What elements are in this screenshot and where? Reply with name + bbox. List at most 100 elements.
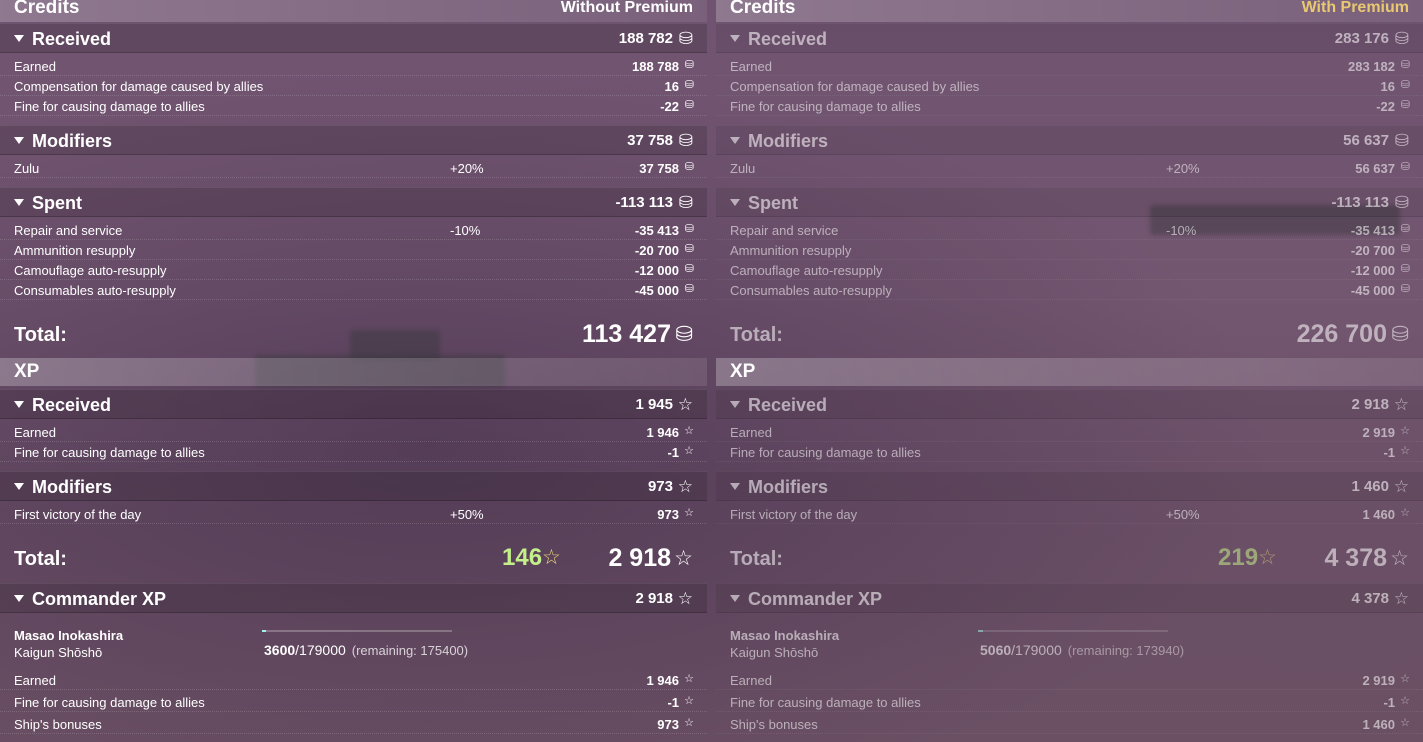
group-value: 188 782 <box>618 30 673 47</box>
row-value: 283 182 <box>1348 59 1395 74</box>
group-title: Spent <box>32 193 83 213</box>
group-title: Received <box>748 395 828 415</box>
row-label: Earned <box>730 673 772 688</box>
commander-info: Masao Inokashira Kaigun Shōshō 3600/179000… <box>0 614 707 666</box>
credits-total: Total: 226 700 ⛁ <box>716 312 1423 356</box>
collapse-triangle-icon[interactable] <box>730 35 740 42</box>
row-label: Compensation for damage caused by allies <box>730 79 980 94</box>
group-title: Received <box>32 29 112 49</box>
credits-received-header[interactable]: Received 188 782 ⛁ <box>0 23 707 53</box>
group-title: Modifiers <box>32 477 113 497</box>
xp-section-header: XP <box>716 358 1423 386</box>
row-label: Ship's bonuses <box>14 717 102 732</box>
coin-icon: ⛁ <box>684 283 694 295</box>
star-icon: ☆ <box>677 395 693 414</box>
total-value: 226 700 <box>1296 320 1387 348</box>
collapse-triangle-icon[interactable] <box>14 401 24 408</box>
collapse-triangle-icon[interactable] <box>14 483 24 490</box>
row-item: Zulu +20% 56 637 ⛁ <box>716 158 1423 178</box>
row-label: Fine for causing damage to allies <box>730 445 921 460</box>
credits-spent-header[interactable]: Spent -113 113 ⛁ <box>716 187 1423 217</box>
row-value: -20 700 <box>1350 243 1395 258</box>
xp-modifiers-header[interactable]: Modifiers 1 460 ☆ <box>716 471 1423 501</box>
coin-icon: ⛁ <box>678 29 693 48</box>
xp-received-header[interactable]: Received 1 945 ☆ <box>0 389 707 419</box>
collapse-triangle-icon[interactable] <box>14 595 24 602</box>
coin-icon: ⛁ <box>1400 283 1410 295</box>
group-value: -113 113 <box>615 194 673 211</box>
group-value: 1 945 <box>635 396 673 413</box>
coin-icon: ⛁ <box>1400 161 1410 173</box>
star-icon: ☆ <box>684 507 694 519</box>
collapse-triangle-icon[interactable] <box>730 483 740 490</box>
star-icon: ☆ <box>677 589 693 608</box>
star-icon: ☆ <box>1393 477 1409 496</box>
collapse-triangle-icon[interactable] <box>14 199 24 206</box>
xp-modifiers-header[interactable]: Modifiers 973 ☆ <box>0 471 707 501</box>
row-item: First victory of the day +50% 973 ☆ <box>0 504 707 524</box>
star-icon: ☆ <box>1400 673 1410 685</box>
collapse-triangle-icon[interactable] <box>730 595 740 602</box>
row-value: 16 <box>1380 79 1395 94</box>
row-label: Earned <box>14 59 56 74</box>
credits-modifiers-header[interactable]: Modifiers 56 637 ⛁ <box>716 125 1423 155</box>
row-label: Earned <box>730 59 772 74</box>
collapse-triangle-icon[interactable] <box>14 35 24 42</box>
row-label: Ammunition resupply <box>14 243 136 258</box>
row-value: 37 758 <box>639 161 679 176</box>
row-item: Camouflage auto-resupply -12 000 ⛁ <box>716 260 1423 280</box>
row-value: -22 <box>660 99 679 114</box>
collapse-triangle-icon[interactable] <box>14 137 24 144</box>
row-value: -1 <box>667 445 679 460</box>
commander-header[interactable]: Commander XP 2 918 ☆ <box>0 583 707 613</box>
star-icon: ☆ <box>1258 546 1277 569</box>
commander-xp-max: /179000 <box>1011 642 1062 658</box>
coin-icon: ⛁ <box>1391 323 1409 346</box>
commander-xp-readout: 5060/179000 (remaining: 173940) <box>980 642 1184 658</box>
row-item: Consumables auto-resupply -45 000 ⛁ <box>716 280 1423 300</box>
star-icon: ☆ <box>1393 395 1409 414</box>
credits-modifiers-header[interactable]: Modifiers 37 758 ⛁ <box>0 125 707 155</box>
xp-received-header[interactable]: Received 2 918 ☆ <box>716 389 1423 419</box>
row-label: Zulu <box>730 161 756 176</box>
row-value: 1 946 <box>646 673 679 688</box>
collapse-triangle-icon[interactable] <box>730 401 740 408</box>
row-value: 16 <box>664 79 679 94</box>
commander-rank: Kaigun Shōshō <box>730 645 819 660</box>
star-icon: ☆ <box>1390 547 1409 570</box>
coin-icon: ⛁ <box>1394 131 1409 150</box>
group-title: Modifiers <box>748 477 829 497</box>
star-icon: ☆ <box>1400 507 1410 519</box>
row-modifier: +50% <box>450 507 484 522</box>
credits-spent-header[interactable]: Spent -113 113 ⛁ <box>0 187 707 217</box>
star-icon: ☆ <box>674 547 693 570</box>
collapse-triangle-icon[interactable] <box>730 199 740 206</box>
commander-xp-current: 3600 <box>264 642 296 658</box>
group-value: 2 918 <box>635 590 673 607</box>
row-value: -12 000 <box>1350 263 1395 278</box>
group-value: 37 758 <box>627 132 673 149</box>
row-modifier: -10% <box>1166 223 1197 238</box>
row-value: -20 700 <box>634 243 679 258</box>
row-value: 1 460 <box>1362 717 1395 732</box>
star-icon: ☆ <box>684 695 694 707</box>
row-label: Fine for causing damage to allies <box>14 695 205 710</box>
row-item: Ship's bonuses 1 460 ☆ <box>716 714 1423 734</box>
with-premium-column: Received 283 176 ⛁ Earned 283 182 ⛁ Compensati… <box>716 0 1423 742</box>
row-modifier: +20% <box>450 161 484 176</box>
row-label: Ship's bonuses <box>730 717 818 732</box>
row-label: Earned <box>14 425 56 440</box>
total-value: 4 378 <box>1324 544 1387 572</box>
star-icon: ☆ <box>684 673 694 685</box>
commander-xp-current: 5060 <box>980 642 1012 658</box>
commander-header[interactable]: Commander XP 4 378 ☆ <box>716 583 1423 613</box>
collapse-triangle-icon[interactable] <box>730 137 740 144</box>
group-value: 283 176 <box>1334 30 1389 47</box>
star-icon: ☆ <box>684 445 694 457</box>
commander-info: Masao Inokashira Kaigun Shōshō 5060/179000… <box>716 614 1423 666</box>
row-label: Repair and service <box>14 223 123 238</box>
row-label: Repair and service <box>730 223 839 238</box>
row-item: Earned 2 919 ☆ <box>716 670 1423 690</box>
credits-received-header[interactable]: Received 283 176 ⛁ <box>716 23 1423 53</box>
coin-icon: ⛁ <box>1400 99 1410 111</box>
